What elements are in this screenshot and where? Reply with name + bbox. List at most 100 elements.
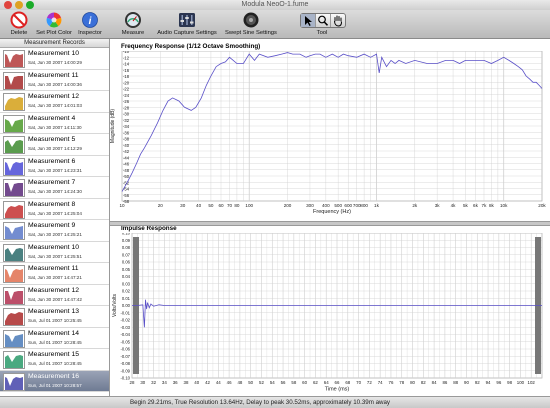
record-name: Measurement 12 bbox=[28, 93, 80, 100]
record-thumbnail bbox=[3, 157, 25, 176]
y-tick-label: -56 bbox=[123, 193, 130, 198]
x-tick-label: 100 bbox=[517, 380, 525, 385]
record-date: Sun, Jul 01 2007 10:28:45 bbox=[28, 339, 82, 345]
x-tick-label: 5k bbox=[463, 203, 469, 208]
plot-splitter[interactable] bbox=[110, 221, 550, 226]
measurement-record[interactable]: Measurement 12 Sat, Jun 30 2007 14:47:42 bbox=[0, 284, 109, 306]
impulse-response-plot[interactable]: 0.10 0.09 0.08 0.07 0.06 0.05 0.04 0.03 0.02 0.01… bbox=[110, 233, 550, 396]
x-tick-label: 36 bbox=[173, 380, 178, 385]
measurement-record[interactable]: Measurement 16 Sun, Jul 01 2007 10:28:57 bbox=[0, 370, 109, 392]
audio-capture-settings-label: Audio Capture Settings bbox=[157, 30, 217, 36]
record-thumbnail bbox=[3, 329, 25, 348]
x-tick-label: 70 bbox=[356, 380, 361, 385]
x-tick-label: 102 bbox=[528, 380, 536, 385]
x-tick-label: 54 bbox=[270, 380, 275, 385]
frequency-response-plot[interactable]: -10-12-14-16-18-20-22-24-26-28-30-32-34-… bbox=[110, 51, 550, 221]
y-tick-label: -0.08 bbox=[120, 361, 130, 366]
measurement-record[interactable]: Measurement 15 Sun, Jul 01 2007 10:28:45 bbox=[0, 349, 109, 371]
pointer-tool[interactable] bbox=[301, 14, 316, 27]
x-tick-label: 82 bbox=[421, 380, 426, 385]
x-tick-label: 400 bbox=[322, 203, 330, 208]
y-tick-label: -42 bbox=[123, 149, 130, 154]
x-tick-label: 20k bbox=[538, 203, 546, 208]
x-tick-label: 800 bbox=[360, 203, 368, 208]
record-thumbnail bbox=[3, 200, 25, 219]
y-tick-label: -0.09 bbox=[120, 368, 130, 373]
x-tick-label: 78 bbox=[399, 380, 404, 385]
measurement-record[interactable]: Measurement 10 Sat, Jun 30 2007 14:00:29 bbox=[0, 48, 109, 70]
x-tick-label: 30 bbox=[140, 380, 145, 385]
measurement-record[interactable]: Measurement 5 Sat, Jun 30 2007 14:12:29 bbox=[0, 134, 109, 156]
measurement-record[interactable]: Measurement 7 Sat, Jun 30 2007 14:24:30 bbox=[0, 177, 109, 199]
measurement-record[interactable]: Measurement 6 Sat, Jun 30 2007 14:23:31 bbox=[0, 155, 109, 177]
gauge-icon bbox=[125, 12, 141, 28]
sidebar-header: Measurement Records bbox=[0, 39, 109, 48]
y-tick-label: -32 bbox=[123, 118, 130, 123]
record-thumbnail bbox=[3, 179, 25, 197]
y-tick-label: -26 bbox=[123, 99, 130, 104]
x-tick-label: 64 bbox=[324, 380, 329, 385]
record-thumbnail bbox=[3, 222, 25, 240]
y-tick-label: -16 bbox=[123, 68, 130, 73]
measurement-record[interactable]: Measurement 10 Sat, Jun 30 2007 14:25:51 bbox=[0, 241, 109, 263]
record-name: Measurement 12 bbox=[28, 286, 80, 294]
y-tick-label: -0.07 bbox=[120, 354, 130, 359]
x-tick-label: 80 bbox=[410, 380, 415, 385]
audio-capture-settings-button[interactable]: Audio Capture Settings bbox=[152, 10, 222, 38]
measurement-record[interactable]: Measurement 14 Sun, Jul 01 2007 10:28:45 bbox=[0, 327, 109, 349]
y-axis-label: Volts/Volts bbox=[112, 293, 118, 317]
y-tick-label: 0.08 bbox=[122, 245, 131, 250]
measure-button[interactable]: Measure bbox=[118, 10, 148, 38]
measurement-record[interactable]: Measurement 12 Sat, Jun 30 2007 14:01:03 bbox=[0, 91, 109, 113]
y-tick-label: -10 bbox=[123, 51, 130, 54]
record-thumbnail bbox=[3, 351, 25, 369]
x-tick-label: 52 bbox=[259, 380, 264, 385]
record-name: Measurement 10 bbox=[28, 50, 80, 57]
delete-button[interactable]: Delete bbox=[2, 10, 36, 38]
tool-group: Tool bbox=[296, 10, 348, 38]
x-axis-label: Frequency (Hz) bbox=[313, 209, 351, 215]
x-tick-label: 98 bbox=[507, 380, 512, 385]
x-tick-label: 20 bbox=[158, 203, 164, 208]
magnifier-icon bbox=[318, 15, 329, 26]
measurement-record[interactable]: Measurement 13 Sun, Jul 01 2007 10:25:45 bbox=[0, 306, 109, 328]
zoom-tool[interactable] bbox=[316, 14, 331, 27]
x-tick-label: 84 bbox=[432, 380, 437, 385]
y-tick-label: -36 bbox=[123, 130, 130, 135]
swept-sine-settings-button[interactable]: Swept Sine Settings bbox=[222, 10, 280, 38]
x-tick-label: 2k bbox=[412, 203, 418, 208]
x-tick-label: 38 bbox=[184, 380, 189, 385]
record-thumbnail bbox=[3, 136, 25, 154]
pan-tool[interactable] bbox=[331, 14, 345, 27]
x-tick-label: 30 bbox=[180, 203, 186, 208]
measurement-record[interactable]: Measurement 11 Sat, Jun 30 2007 14:00:36 bbox=[0, 69, 109, 91]
record-name: Measurement 9 bbox=[28, 222, 76, 229]
record-thumbnail bbox=[3, 265, 25, 283]
x-tick-label: 4k bbox=[451, 203, 457, 208]
swept-sine-settings-label: Swept Sine Settings bbox=[225, 30, 277, 36]
measurement-record[interactable]: Measurement 11 Sat, Jun 30 2007 14:47:21 bbox=[0, 263, 109, 285]
inspector-button[interactable]: i Inspector bbox=[73, 10, 107, 38]
record-date: Sat, Jun 30 2007 14:25:04 bbox=[28, 210, 82, 216]
arrow-icon bbox=[305, 16, 312, 26]
y-tick-label: -24 bbox=[123, 93, 130, 98]
measurement-record[interactable]: Measurement 8 Sat, Jun 30 2007 14:25:04 bbox=[0, 198, 109, 220]
record-name: Measurement 11 bbox=[28, 71, 79, 79]
x-tick-label: 68 bbox=[345, 380, 350, 385]
set-plot-color-button[interactable]: Set Plot Color bbox=[34, 10, 74, 38]
x-tick-label: 8k bbox=[489, 203, 495, 208]
y-tick-label: 0.01 bbox=[122, 296, 131, 301]
y-tick-label: -34 bbox=[123, 124, 130, 129]
inspector-label: Inspector bbox=[78, 30, 102, 36]
tool-segmented-control bbox=[300, 13, 346, 28]
y-tick-label: -50 bbox=[123, 174, 130, 179]
record-thumbnail bbox=[3, 50, 25, 68]
x-tick-label: 28 bbox=[130, 380, 135, 385]
window-title: Modula NeoO-1.fume bbox=[241, 1, 309, 8]
measurement-record[interactable]: Measurement 4 Sat, Jun 30 2007 14:11:30 bbox=[0, 112, 109, 134]
x-tick-label: 46 bbox=[227, 380, 232, 385]
impulse-chart-title: Impulse Response bbox=[121, 225, 177, 232]
record-name: Measurement 14 bbox=[28, 329, 80, 337]
measurement-record[interactable]: Measurement 9 Sat, Jun 30 2007 14:25:21 bbox=[0, 220, 109, 242]
y-tick-label: -0.05 bbox=[120, 339, 130, 344]
